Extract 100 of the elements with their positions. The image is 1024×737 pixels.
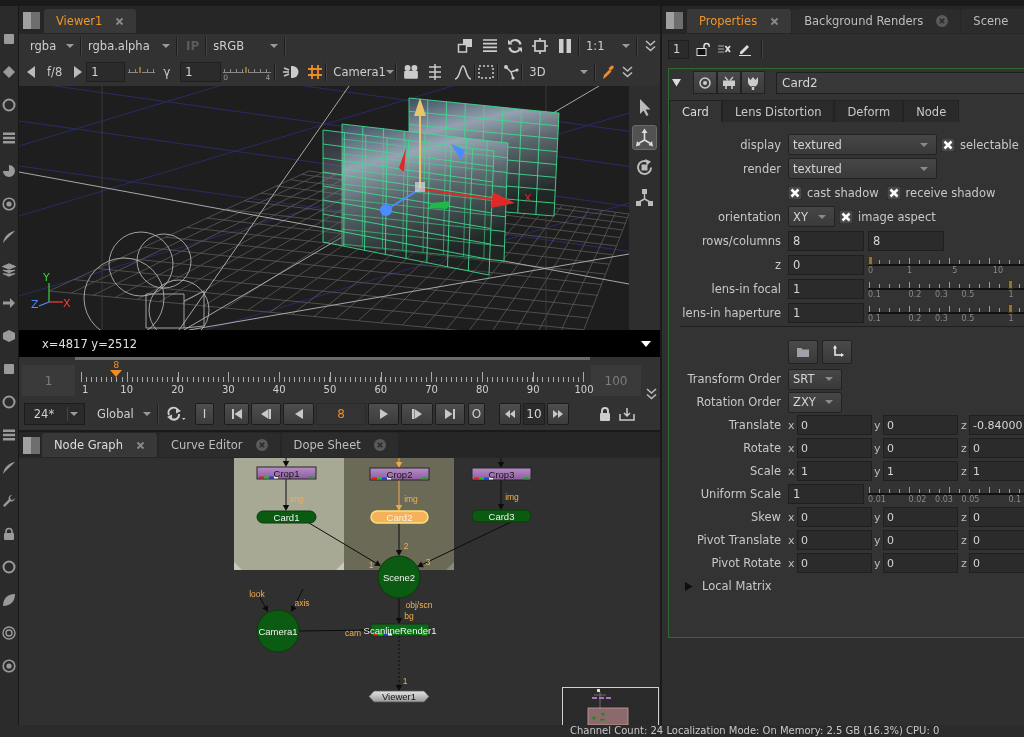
- bell-curve-icon[interactable]: [455, 64, 472, 80]
- number-field[interactable]: 0: [969, 553, 1024, 573]
- crop-node[interactable]: Crop3: [471, 467, 532, 481]
- slider-thumb[interactable]: [243, 66, 248, 74]
- light-icon[interactable]: [283, 64, 300, 80]
- slider-track[interactable]: 0 1 5 10: [868, 254, 1024, 275]
- number-field[interactable]: 0: [883, 438, 958, 458]
- checkbox[interactable]: [839, 209, 853, 224]
- number-field[interactable]: 0: [883, 530, 958, 550]
- camera-node[interactable]: Camera1: [256, 609, 300, 653]
- ring-icon[interactable]: [2, 659, 16, 673]
- number-field[interactable]: 0: [797, 438, 872, 458]
- pause-icon[interactable]: [557, 38, 573, 54]
- knob-dropdown[interactable]: textured: [788, 134, 937, 155]
- jump-back-button[interactable]: [499, 403, 521, 425]
- axis-button[interactable]: [822, 340, 852, 364]
- panel-tab[interactable]: Background Renders: [792, 9, 961, 33]
- number-field[interactable]: 0: [883, 553, 958, 573]
- node-color-button[interactable]: [693, 71, 717, 94]
- double-chevron-icon[interactable]: [645, 40, 656, 52]
- fps-dropdown[interactable]: 24*: [24, 403, 85, 425]
- triangle-left-icon[interactable]: [27, 66, 35, 78]
- target-icon[interactable]: [2, 626, 16, 640]
- jump-forward-button[interactable]: [547, 403, 569, 425]
- card-node[interactable]: Card3: [471, 509, 532, 523]
- feather-icon[interactable]: [2, 461, 16, 475]
- square-crosshair-icon[interactable]: [532, 38, 548, 54]
- pie-icon[interactable]: [2, 164, 16, 178]
- knob-page-tab[interactable]: Lens Distortion: [721, 100, 835, 122]
- number-field[interactable]: 1: [797, 461, 872, 481]
- colorspace-dropdown[interactable]: sRGB: [209, 36, 283, 56]
- slider-track[interactable]: 0.1 0.2 0.3 0.5 1: [868, 302, 1024, 323]
- eyedropper-icon[interactable]: [602, 64, 615, 80]
- channels-dropdown[interactable]: rgba: [26, 36, 78, 56]
- next-frame-button[interactable]: [401, 403, 433, 425]
- viewer-button[interactable]: [717, 71, 741, 94]
- overlapping-rectangles-icon[interactable]: [457, 38, 473, 54]
- play-button[interactable]: [368, 403, 399, 425]
- frame-range-dropdown[interactable]: Global: [93, 403, 155, 425]
- view-mode-dropdown[interactable]: 3D: [525, 62, 593, 82]
- crop-node[interactable]: Crop1: [256, 466, 317, 480]
- play-backward-button[interactable]: [283, 403, 314, 425]
- first-frame-button[interactable]: [224, 403, 249, 425]
- scene-node[interactable]: Scene2: [377, 555, 421, 599]
- number-field[interactable]: 0: [797, 507, 872, 527]
- viewport-tool-button[interactable]: [632, 125, 657, 150]
- panel-tab[interactable]: Curve Editor: [158, 433, 280, 457]
- slider-thumb[interactable]: [1008, 279, 1014, 289]
- knob-dropdown[interactable]: XY: [788, 206, 835, 227]
- panel-tab[interactable]: Dope Sheet: [281, 433, 398, 457]
- disclosure-triangle-icon[interactable]: [672, 78, 681, 87]
- knob-dropdown[interactable]: SRT: [788, 368, 842, 390]
- checkbox[interactable]: [941, 137, 955, 152]
- wrench-icon[interactable]: [2, 494, 16, 508]
- lock-icon[interactable]: [599, 406, 611, 422]
- out-point-button[interactable]: O: [468, 403, 485, 425]
- knob-page-tab[interactable]: Card: [669, 100, 722, 122]
- double-chevron-icon[interactable]: [622, 66, 634, 78]
- slider-thumb[interactable]: [1008, 303, 1014, 313]
- number-field[interactable]: 0: [797, 530, 872, 550]
- playhead-marker[interactable]: [110, 370, 123, 377]
- image-card[interactable]: [322, 129, 495, 276]
- square-icon[interactable]: [2, 362, 16, 376]
- circle-icon[interactable]: [2, 560, 16, 574]
- number-field[interactable]: -0.84000: [969, 415, 1024, 435]
- number-field[interactable]: 0: [969, 530, 1024, 550]
- lock-icon[interactable]: [2, 527, 16, 541]
- alpha-channel-dropdown[interactable]: rgba.alpha: [84, 36, 174, 56]
- triangle-right-icon[interactable]: [74, 66, 83, 78]
- frame-increment-field[interactable]: 10: [523, 403, 545, 425]
- knob-dropdown[interactable]: textured: [788, 158, 937, 179]
- number-field[interactable]: 0: [969, 438, 1024, 458]
- camera-icon[interactable]: [403, 64, 420, 80]
- card-node[interactable]: Card1: [256, 510, 317, 524]
- ring-icon[interactable]: [2, 197, 16, 211]
- sliders-icon[interactable]: [427, 64, 444, 80]
- number-field[interactable]: 1: [788, 484, 864, 504]
- folder-button[interactable]: [788, 340, 818, 364]
- previous-frame-button[interactable]: [251, 403, 281, 425]
- square-icon[interactable]: [2, 32, 16, 46]
- panel-menu-icon[interactable]: [666, 11, 683, 29]
- number-field[interactable]: 1: [788, 302, 864, 323]
- loop-icon[interactable]: [166, 406, 186, 422]
- last-frame-button[interactable]: [435, 403, 465, 425]
- 3d-viewport[interactable]: X Y Z X: [19, 86, 629, 330]
- viewer-node[interactable]: Viewer1: [368, 690, 430, 703]
- feather-icon[interactable]: [2, 230, 16, 244]
- gamma-field[interactable]: 1: [180, 62, 222, 82]
- settings-button[interactable]: [741, 71, 765, 94]
- node-name-field[interactable]: Card2: [776, 71, 1024, 94]
- grid-icon[interactable]: [307, 64, 324, 80]
- tray-icon[interactable]: [619, 407, 635, 421]
- number-field[interactable]: 0: [969, 507, 1024, 527]
- checkbox[interactable]: [886, 185, 901, 200]
- knob-page-tab[interactable]: Deform: [834, 100, 904, 122]
- dropdown-triangle-icon[interactable]: [641, 340, 651, 347]
- crop-node[interactable]: Crop2: [369, 467, 430, 481]
- leaf-icon[interactable]: [2, 593, 16, 607]
- transform-gizmo[interactable]: [380, 98, 515, 216]
- number-field[interactable]: 1: [969, 461, 1024, 481]
